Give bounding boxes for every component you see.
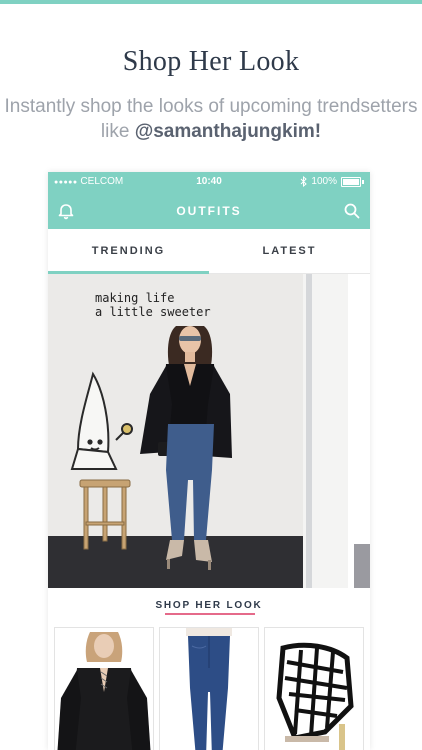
status-right-group: 100%: [300, 176, 364, 187]
page-headline: Shop Her Look: [122, 46, 300, 77]
product-row: [54, 627, 364, 750]
top-accent-rule: [0, 0, 422, 4]
page-subline: Instantly shop the looks of upcoming tre…: [0, 94, 422, 144]
battery-nub: [362, 179, 364, 184]
black-lace-up-top-image: [55, 628, 153, 750]
nav-title: OUTFITS: [176, 204, 242, 218]
product-card[interactable]: [54, 627, 154, 750]
black-caged-heels-image: [265, 628, 363, 750]
shop-her-look-underline: [165, 613, 255, 615]
phone-screen: ●●●●● CELCOM 10:40 100% OUTFITS TRENDING…: [48, 172, 370, 750]
shop-her-look-label[interactable]: SHOP HER LOOK: [48, 600, 370, 611]
status-bar: ●●●●● CELCOM 10:40 100%: [48, 172, 370, 192]
tab-bar: TRENDING LATEST: [48, 229, 370, 274]
tab-trending[interactable]: TRENDING: [48, 229, 209, 273]
search-icon[interactable]: [342, 201, 362, 221]
wooden-stool: [79, 479, 131, 550]
outfit-photo-illustration: making life a little sweeter: [48, 274, 370, 588]
product-card[interactable]: [159, 627, 259, 750]
bluetooth-icon: [301, 176, 308, 187]
subline-handle: @samanthajungkim!: [134, 121, 322, 142]
skinny-jeans-image: [160, 628, 258, 750]
wall-text-line1: making life: [95, 291, 174, 305]
nav-bar: OUTFITS: [48, 192, 370, 229]
battery-percent: 100%: [311, 176, 337, 187]
wall-text-line2: a little sweeter: [95, 305, 211, 319]
tab-latest[interactable]: LATEST: [209, 229, 370, 273]
product-card[interactable]: [264, 627, 364, 750]
outfit-photo[interactable]: making life a little sweeter: [48, 274, 370, 588]
battery-icon: [341, 176, 361, 187]
